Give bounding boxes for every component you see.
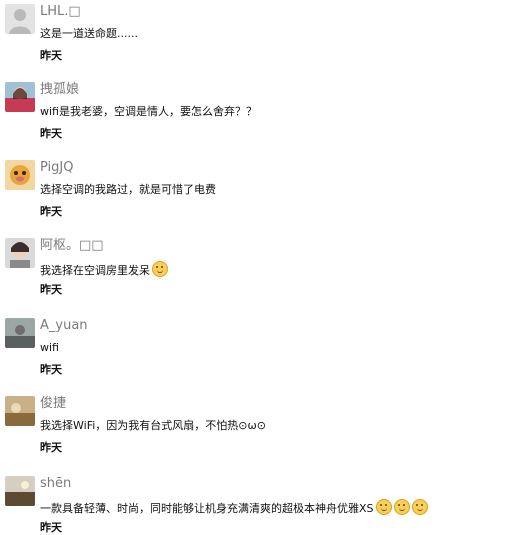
comment-time: 昨天 xyxy=(40,283,62,296)
default-avatar-icon[interactable] xyxy=(5,4,35,34)
comment-time: 昨天 xyxy=(40,441,62,454)
commenter-name[interactable]: 俊捷 xyxy=(40,396,66,412)
commenter-name[interactable]: shēn xyxy=(40,476,71,492)
avatar-photo[interactable] xyxy=(5,476,35,506)
commenter-name[interactable]: PigJQ xyxy=(40,160,73,176)
smiley-emoji-icon xyxy=(393,499,410,515)
commenter-name[interactable]: 阿枢。□□ xyxy=(40,238,104,254)
avatar-photo[interactable] xyxy=(5,82,35,112)
comment-feed: LHL.□ 这是一道送命题...... 昨天 拽孤娘 wifi是我老婆，空调是情… xyxy=(0,0,516,534)
smiley-emoji-icon xyxy=(375,499,392,515)
comment-text: wifi是我老婆，空调是情人，要怎么舍弃？？ xyxy=(40,105,257,118)
comment-text-content: 一款具备轻薄、时尚，同时能够让机身充满清爽的超极本神舟优雅XS xyxy=(40,502,374,515)
comment-time: 昨天 xyxy=(40,127,62,140)
comment-time: 昨天 xyxy=(40,205,62,218)
avatar-photo[interactable] xyxy=(5,396,35,426)
comment-text: wifi xyxy=(40,341,59,354)
commenter-name[interactable]: LHL.□ xyxy=(40,4,81,20)
smiley-emoji-icon xyxy=(152,261,168,277)
comment-time: 昨天 xyxy=(40,363,62,376)
avatar-photo[interactable] xyxy=(5,238,35,268)
comment-text: 这是一道送命题...... xyxy=(40,27,138,40)
avatar-photo[interactable] xyxy=(5,318,35,348)
commenter-name[interactable]: 拽孤娘 xyxy=(40,82,79,98)
commenter-name[interactable]: A_yuan xyxy=(40,318,88,334)
comment-text: 选择空调的我路过，就是可惜了电费 xyxy=(40,183,216,196)
comment-time: 昨天 xyxy=(40,49,62,62)
comment-text: 我选择在空调房里发呆 xyxy=(40,261,168,278)
smiley-emoji-icon xyxy=(411,499,428,515)
avatar-photo[interactable] xyxy=(5,160,35,190)
comment-text-content: 我选择在空调房里发呆 xyxy=(40,264,150,277)
comment-time: 昨天 xyxy=(40,521,62,534)
comment-text: 我选择WiFi，因为我有台式风扇，不怕热⊙ω⊙ xyxy=(40,419,266,432)
comment-text: 一款具备轻薄、时尚，同时能够让机身充满清爽的超极本神舟优雅XS xyxy=(40,499,428,516)
